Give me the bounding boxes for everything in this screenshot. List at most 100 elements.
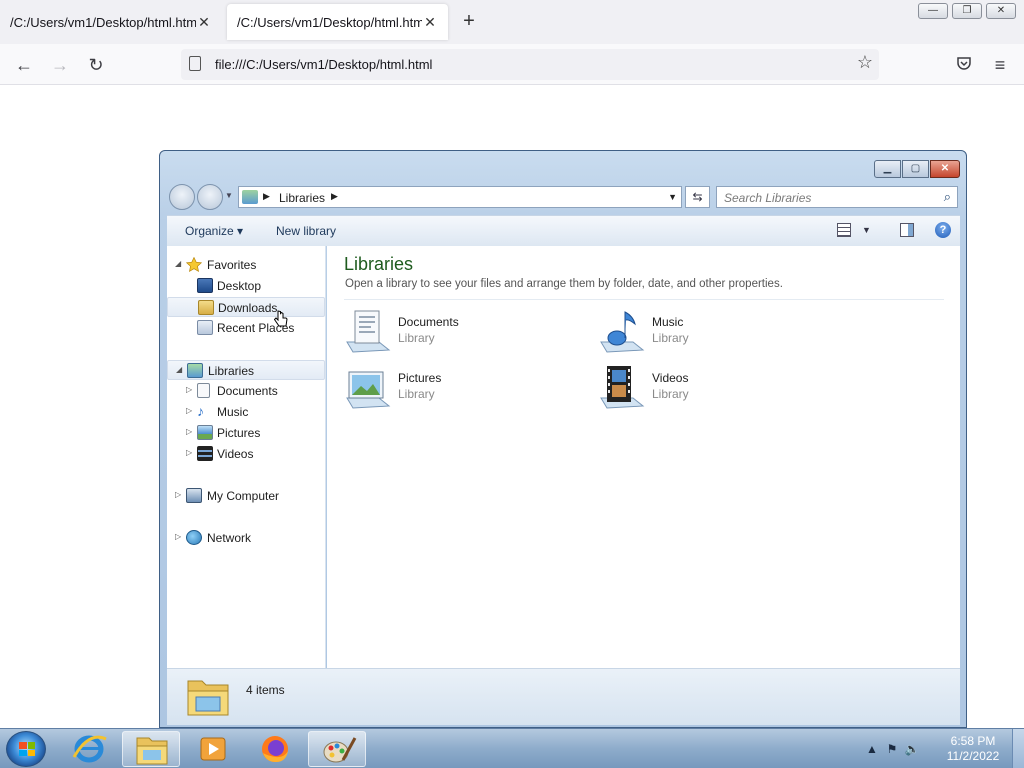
taskbar-media-player[interactable]	[184, 731, 242, 767]
restore-button[interactable]: ❐	[952, 3, 982, 19]
explorer-back-button[interactable]	[169, 184, 195, 210]
library-item-videos[interactable]: Videos Library	[599, 364, 829, 412]
hand-cursor-icon	[273, 310, 288, 331]
nav-network[interactable]: ▷ Network	[167, 528, 325, 548]
back-icon[interactable]: ←	[12, 53, 36, 77]
nav-item-desktop[interactable]: Desktop	[167, 276, 325, 296]
collapse-arrow-icon[interactable]: ◢	[176, 365, 182, 374]
address-bar[interactable]: ▶ Libraries ▶ ▼	[238, 186, 682, 208]
nav-favorites[interactable]: ◢ Favorites	[167, 255, 325, 275]
reload-icon[interactable]: ↻	[84, 53, 108, 77]
browser-tab-strip: /C:/Users/vm1/Desktop/html.html ✕ /C:/Us…	[0, 0, 1024, 44]
close-tab-icon[interactable]: ✕	[422, 14, 438, 30]
recent-places-icon	[197, 320, 213, 335]
nav-libraries[interactable]: ◢ Libraries	[167, 360, 325, 380]
collapse-arrow-icon[interactable]: ◢	[175, 259, 181, 268]
nav-network-label: Network	[207, 531, 252, 545]
documents-library-icon	[345, 308, 391, 354]
url-text[interactable]: file:///C:/Users/vm1/Desktop/html.html	[215, 57, 432, 72]
new-library-button[interactable]: New library	[276, 224, 336, 238]
library-type: Library	[652, 331, 689, 345]
taskbar-paint[interactable]	[308, 731, 366, 767]
preview-pane-icon[interactable]	[900, 223, 914, 237]
page-title: Libraries	[344, 254, 414, 274]
start-button[interactable]	[6, 731, 46, 767]
minimize-button[interactable]: —	[918, 3, 948, 19]
explorer-window-controls: ▁ ▢ ✕	[874, 160, 960, 178]
breadcrumb-libraries[interactable]: Libraries	[279, 191, 325, 205]
firefox-icon	[262, 736, 288, 762]
explorer-forward-button[interactable]	[197, 184, 223, 210]
close-window-button[interactable]: ✕	[986, 3, 1016, 19]
nav-my-computer[interactable]: ▷ My Computer	[167, 486, 325, 506]
forward-icon[interactable]: →	[48, 53, 72, 77]
library-item-documents[interactable]: Documents Library	[345, 308, 575, 356]
pocket-icon[interactable]	[952, 53, 976, 77]
expand-arrow-icon[interactable]: ▷	[175, 490, 181, 499]
taskbar: ▲ ⚑ 🔈 6:58 PM 11/2/2022	[0, 728, 1024, 768]
nav-item-label: Documents	[217, 384, 278, 398]
downloads-folder-icon	[198, 300, 214, 315]
library-item-pictures[interactable]: Pictures Library	[345, 364, 575, 412]
expand-arrow-icon[interactable]: ▷	[175, 532, 181, 541]
internet-explorer-icon	[72, 735, 107, 763]
tab-title: /C:/Users/vm1/Desktop/html.html	[237, 14, 422, 30]
help-icon[interactable]: ?	[935, 222, 951, 238]
windows-explorer-icon	[136, 737, 168, 765]
new-tab-button[interactable]: +	[457, 10, 481, 34]
expand-arrow-icon[interactable]: ▷	[186, 427, 192, 436]
menu-icon[interactable]: ≡	[988, 53, 1012, 77]
search-placeholder: Search Libraries	[724, 191, 812, 205]
nav-item-pictures[interactable]: ▷ Pictures	[167, 423, 325, 443]
expand-arrow-icon[interactable]: ▷	[186, 448, 192, 457]
expand-arrow-icon[interactable]: ▷	[186, 385, 192, 394]
clock-time: 6:58 PM	[950, 734, 996, 748]
breadcrumb-chevron-icon[interactable]: ▶	[263, 191, 270, 202]
explorer-minimize-button[interactable]: ▁	[874, 160, 901, 178]
close-tab-icon[interactable]: ✕	[196, 14, 212, 30]
change-view-icon[interactable]	[837, 223, 851, 237]
volume-icon[interactable]: 🔈	[904, 741, 920, 757]
taskbar-clock[interactable]: 6:58 PM 11/2/2022	[942, 734, 1004, 764]
nav-item-recent-places[interactable]: Recent Places	[167, 318, 325, 338]
nav-item-videos[interactable]: ▷ Videos	[167, 444, 325, 464]
library-name: Documents	[398, 315, 459, 329]
browser-window-controls: — ❐ ✕	[918, 3, 1016, 19]
navigation-pane: ◢ Favorites Desktop Downloads Recent Pla…	[167, 246, 326, 668]
browser-tab-active[interactable]: /C:/Users/vm1/Desktop/html.html ✕	[227, 4, 448, 40]
browser-tab[interactable]: /C:/Users/vm1/Desktop/html.html ✕	[0, 4, 222, 40]
expand-arrow-icon[interactable]: ▷	[186, 406, 192, 415]
music-library-icon	[599, 308, 645, 354]
nav-item-downloads[interactable]: Downloads	[167, 297, 325, 317]
taskbar-firefox[interactable]	[246, 731, 304, 767]
details-pane: 4 items	[167, 668, 960, 725]
show-hidden-icons-icon[interactable]: ▲	[864, 741, 880, 757]
view-options-dropdown-icon[interactable]: ▼	[862, 225, 871, 235]
taskbar-internet-explorer[interactable]	[60, 731, 118, 767]
computer-icon	[186, 488, 202, 503]
refresh-button[interactable]: ⇆	[685, 186, 710, 208]
explorer-maximize-button[interactable]: ▢	[902, 160, 929, 178]
videos-library-icon	[599, 364, 645, 410]
command-bar: Organize ▾ New library ▼ ?	[167, 215, 960, 246]
show-desktop-button[interactable]	[1012, 729, 1024, 768]
search-input[interactable]: Search Libraries ⌕	[716, 186, 958, 208]
action-center-flag-icon[interactable]: ⚑	[884, 741, 900, 757]
bookmark-star-icon[interactable]: ☆	[857, 52, 873, 73]
nav-item-music[interactable]: ▷ ♪ Music	[167, 402, 325, 422]
recent-pages-dropdown-icon[interactable]: ▼	[225, 191, 233, 200]
address-dropdown-icon[interactable]: ▼	[668, 192, 677, 202]
breadcrumb-chevron-icon[interactable]: ▶	[331, 191, 338, 202]
url-bar[interactable]: file:///C:/Users/vm1/Desktop/html.html ☆	[181, 49, 879, 80]
search-icon[interactable]: ⌕	[944, 189, 951, 205]
nav-item-label: Videos	[217, 447, 254, 461]
nav-item-label: Desktop	[217, 279, 262, 293]
taskbar-windows-explorer[interactable]	[122, 731, 180, 767]
nav-item-documents[interactable]: ▷ Documents	[167, 381, 325, 401]
organize-button[interactable]: Organize ▾	[185, 224, 243, 238]
desktop-icon	[197, 278, 213, 293]
network-icon	[186, 530, 202, 545]
library-item-music[interactable]: Music Library	[599, 308, 829, 356]
explorer-close-button[interactable]: ✕	[930, 160, 960, 178]
windows-logo-icon	[19, 742, 35, 756]
